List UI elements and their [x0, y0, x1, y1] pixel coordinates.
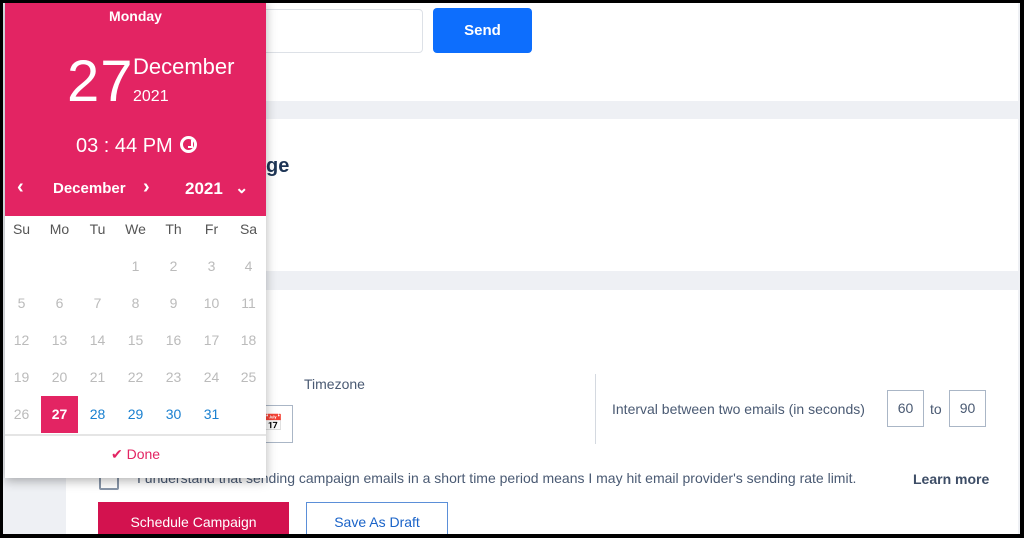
day-cell: 12: [13, 332, 30, 348]
time-selector[interactable]: 03 : 44 PM: [76, 135, 198, 158]
schedule-campaign-button[interactable]: Schedule Campaign: [98, 502, 289, 534]
day-cell: 8: [131, 295, 140, 311]
weekday-header: Sa: [239, 221, 258, 237]
day-cell: 4: [244, 258, 253, 274]
selected-weekday: Monday: [109, 8, 162, 24]
divider: [5, 434, 266, 436]
day-cell: 21: [89, 369, 106, 385]
day-cell: 17: [203, 332, 220, 348]
check-icon: ✔: [110, 446, 123, 462]
day-cell: 15: [127, 332, 144, 348]
weekday-header: Th: [165, 221, 182, 237]
selected-month: December: [133, 54, 235, 79]
day-cell: 16: [165, 332, 182, 348]
interval-max-input[interactable]: 90: [949, 390, 986, 427]
day-cell: 11: [241, 295, 256, 311]
day-cell: 22: [127, 369, 144, 385]
day-cell: 26: [13, 406, 30, 422]
day-cell: 19: [13, 369, 30, 385]
weekday-header: Su: [12, 221, 31, 237]
day-cell: 1: [131, 258, 140, 274]
weekday-header: Mo: [49, 221, 70, 237]
day-cell[interactable]: 28: [79, 396, 116, 433]
next-month-button[interactable]: ›: [143, 176, 150, 199]
done-button[interactable]: ✔ Done: [5, 446, 266, 463]
day-cell[interactable]: 29: [117, 396, 154, 433]
day-cell: 23: [165, 369, 182, 385]
day-cell: 18: [240, 332, 257, 348]
day-cell[interactable]: 27: [41, 396, 78, 433]
prev-month-button[interactable]: ‹: [17, 176, 24, 199]
interval-to-label: to: [930, 401, 942, 417]
send-button[interactable]: Send: [433, 8, 532, 53]
save-as-draft-button[interactable]: Save As Draft: [306, 502, 448, 534]
day-cell[interactable]: 31: [193, 396, 230, 433]
day-cell: 14: [89, 332, 106, 348]
day-cell[interactable]: 30: [155, 396, 192, 433]
picker-header: Monday 27 December 2021 03 : 44 PM ‹ Dec…: [5, 3, 266, 216]
interval-min-input[interactable]: 60: [887, 390, 924, 427]
day-cell: 20: [51, 369, 68, 385]
month-label[interactable]: December: [53, 180, 126, 197]
day-cell: 9: [169, 295, 178, 311]
chevron-down-icon[interactable]: ⌄: [235, 178, 248, 198]
year-label[interactable]: 2021: [185, 179, 223, 199]
weekday-header: Fr: [204, 221, 219, 237]
day-cell: 6: [55, 295, 64, 311]
clock-icon[interactable]: [180, 136, 198, 153]
page: Send ge Timezone 📅 Interval between two …: [3, 3, 1020, 534]
day-cell: 24: [203, 369, 220, 385]
day-cell: 3: [207, 258, 216, 274]
selected-time[interactable]: 03 : 44 PM: [76, 135, 173, 157]
day-cell: 13: [51, 332, 68, 348]
done-label: Done: [126, 446, 161, 462]
day-cell: 2: [169, 258, 178, 274]
selected-year: 2021: [133, 88, 169, 105]
learn-more-link[interactable]: Learn more: [913, 471, 989, 487]
interval-label: Interval between two emails (in seconds): [612, 401, 865, 417]
divider: [595, 374, 596, 444]
day-cell: 5: [17, 295, 26, 311]
day-cell: 7: [93, 295, 102, 311]
date-time-picker: Monday 27 December 2021 03 : 44 PM ‹ Dec…: [5, 3, 266, 478]
section-title: ge: [266, 155, 290, 177]
timezone-label: Timezone: [304, 376, 365, 392]
weekday-header: We: [125, 221, 146, 237]
day-cell: 10: [203, 295, 220, 311]
weekday-header: Tu: [89, 221, 106, 237]
day-cell: 25: [240, 369, 257, 385]
selected-day: 27: [67, 49, 134, 114]
